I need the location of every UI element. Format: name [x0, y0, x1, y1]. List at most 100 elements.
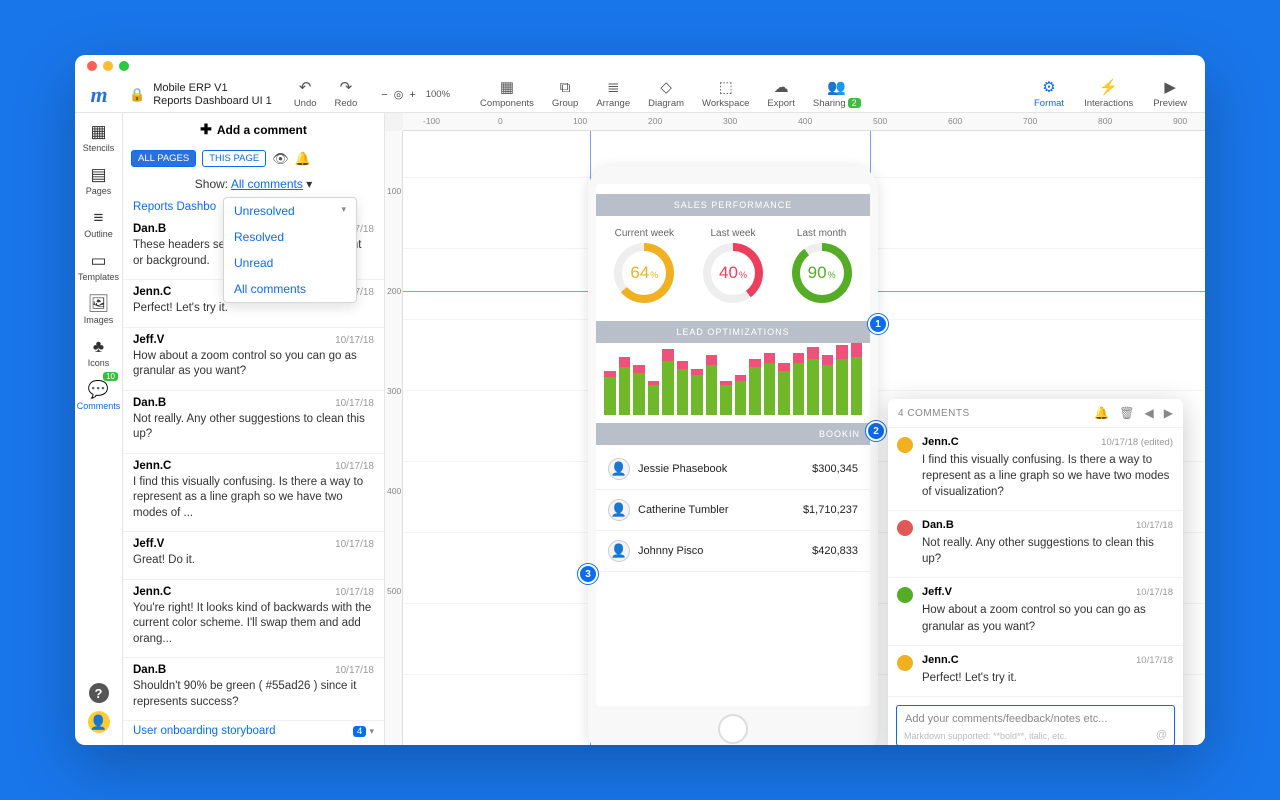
comment-date: 10/17/18 [335, 587, 374, 598]
close-window-icon[interactable] [87, 61, 97, 71]
prev-icon[interactable]: ◀ [1145, 406, 1154, 420]
arrange-icon: ≣ [607, 80, 620, 96]
section-header: SALES PERFORMANCE [596, 194, 870, 216]
rail-templates[interactable]: ▭Templates [75, 248, 122, 285]
ruler-vertical: 100200300400500 [385, 131, 403, 745]
rail-stencils[interactable]: ▦Stencils [75, 119, 122, 156]
components-button[interactable]: ▦Components [472, 78, 542, 111]
thread-comment[interactable]: Jenn.C10/17/18 (edited)I find this visua… [888, 428, 1183, 511]
comment-list-item[interactable]: Jeff.V10/17/18How about a zoom control s… [123, 328, 384, 391]
comment-date: 10/17/18 [1136, 520, 1173, 531]
comment-author: Dan.B [133, 397, 166, 409]
mention-icon[interactable]: @ [1156, 729, 1167, 741]
thread-comment[interactable]: Jenn.C10/17/18Perfect! Let's try it. [888, 646, 1183, 697]
add-comment-button[interactable]: ✚ Add a comment [123, 113, 384, 146]
preview-button[interactable]: ▶Preview [1145, 78, 1195, 111]
comment-list-item[interactable]: Jenn.C10/17/18You're right! It looks kin… [123, 580, 384, 659]
document-title[interactable]: Mobile ERP V1 Reports Dashboard UI 1 [153, 82, 272, 106]
format-button[interactable]: ⚙Format [1026, 78, 1072, 111]
comment-list-item[interactable]: Jeff.V10/17/18Great! Do it. [123, 532, 384, 580]
comment-marker-3[interactable]: 3 [578, 564, 598, 584]
rail-comments[interactable]: 10 💬Comments [75, 377, 122, 414]
rail-outline[interactable]: ≡Outline [75, 205, 122, 242]
comments-icon: 💬 [88, 380, 109, 400]
undo-button[interactable]: ↶Undo [286, 78, 325, 111]
zoom-out-icon[interactable]: − [381, 89, 387, 101]
comment-list-item[interactable]: Jenn.C10/17/18I find this visually confu… [123, 454, 384, 533]
mockup-screen: SALES PERFORMANCE Current week64%Last we… [596, 184, 870, 706]
booking-row[interactable]: 👤Catherine Tumbler$1,710,237 [596, 490, 870, 531]
bar [662, 349, 674, 415]
maximize-window-icon[interactable] [119, 61, 129, 71]
export-button[interactable]: ☁Export [759, 78, 802, 111]
plus-icon: ✚ [200, 121, 212, 138]
zoom-target-icon: ◎ [394, 88, 404, 101]
sharing-button[interactable]: 👥Sharing2 [805, 78, 869, 111]
filter-control[interactable]: Show: All comments ▾ [123, 171, 384, 197]
arrange-button[interactable]: ≣Arrange [588, 78, 638, 111]
comment-input[interactable]: Add your comments/feedback/notes etc... … [896, 705, 1175, 745]
rail-pages[interactable]: ▤Pages [75, 162, 122, 199]
avatar-icon: 👤 [608, 458, 630, 480]
zoom-in-icon[interactable]: + [409, 89, 415, 101]
comment-author: Jenn.C [133, 286, 171, 298]
booking-amount: $300,345 [812, 463, 858, 475]
canvas[interactable]: -10001002003004005006007008009001000 100… [385, 113, 1205, 745]
outline-icon: ≡ [94, 208, 104, 228]
export-icon: ☁ [774, 80, 789, 96]
app-logo[interactable]: m [75, 77, 123, 113]
redo-button[interactable]: ↷Redo [327, 78, 366, 111]
tab-this-page[interactable]: THIS PAGE [202, 150, 266, 167]
comment-marker-2[interactable]: 2 [866, 421, 886, 441]
comment-text: Not really. Any other suggestions to cle… [922, 535, 1173, 567]
booking-row[interactable]: 👤Johnny Pisco$420,833 [596, 531, 870, 572]
help-button[interactable]: ? [89, 683, 109, 703]
zoom-label[interactable]: 100% [418, 87, 458, 102]
workspace-button[interactable]: ⬚Workspace [694, 78, 757, 111]
interactions-button[interactable]: ⚡Interactions [1076, 78, 1141, 111]
filter-resolved[interactable]: Resolved [224, 224, 356, 250]
lock-icon[interactable]: 🔒 [129, 87, 145, 103]
filter-all[interactable]: All comments [224, 276, 356, 302]
booking-row[interactable]: 👤Jessie Phasebook$300,345 [596, 449, 870, 490]
comment-text: You're right! It looks kind of backwards… [133, 601, 374, 648]
canvas-content[interactable]: SALES PERFORMANCE Current week64%Last we… [403, 131, 1205, 745]
comment-author: Jenn.C [922, 654, 959, 666]
user-avatar[interactable]: 👤 [88, 711, 110, 733]
comments-count-badge: 10 [103, 372, 118, 381]
bell-icon[interactable]: 🔔 [295, 151, 311, 167]
group-icon: ⧉ [560, 80, 571, 96]
progress-ring: 90% [792, 243, 852, 303]
delete-icon[interactable]: 🗑 [1119, 406, 1134, 420]
mobile-mockup[interactable]: SALES PERFORMANCE Current week64%Last we… [588, 166, 878, 745]
comment-list-item[interactable]: Jeff.V10/17/18Done! [123, 741, 384, 745]
watch-icon[interactable]: 👁 [272, 151, 289, 167]
rail-images[interactable]: 🖼Images [75, 291, 122, 328]
thread-comment[interactable]: Dan.B10/17/18Not really. Any other sugge… [888, 511, 1183, 578]
thread-comment[interactable]: Jeff.V10/17/18How about a zoom control s… [888, 578, 1183, 645]
comment-text: How about a zoom control so you can go a… [922, 602, 1173, 634]
bar [604, 371, 616, 415]
next-icon[interactable]: ▶ [1164, 406, 1173, 420]
group-button[interactable]: ⧉Group [544, 78, 586, 111]
markdown-hint: Markdown supported: **bold**, italic, et… [904, 731, 1067, 741]
page-section-header[interactable]: User onboarding storyboard4 ▾ [123, 721, 384, 741]
comment-date: 10/17/18 [335, 665, 374, 676]
minimize-window-icon[interactable] [103, 61, 113, 71]
gauge-label: Last month [797, 228, 846, 239]
pages-icon: ▤ [90, 165, 106, 185]
comment-author: Dan.B [133, 223, 166, 235]
filter-unresolved[interactable]: Unresolved▾ [224, 198, 356, 224]
tab-all-pages[interactable]: ALL PAGES [131, 150, 196, 167]
notify-icon[interactable]: 🔔 [1094, 406, 1109, 420]
filter-unread[interactable]: Unread [224, 250, 356, 276]
diagram-button[interactable]: ◇Diagram [640, 78, 692, 111]
comment-list-item[interactable]: Dan.B10/17/18Shouldn't 90% be green ( #5… [123, 658, 384, 721]
comment-list-item[interactable]: Dan.B10/17/18Not really. Any other sugge… [123, 391, 384, 454]
zoom-control[interactable]: − ◎ + [381, 88, 415, 101]
bar [793, 353, 805, 415]
comment-date: 10/17/18 [335, 398, 374, 409]
comment-thread-popup: 4 COMMENTS 🔔 🗑 ◀ ▶ Jenn.C10/17/18 (edite… [888, 399, 1183, 745]
comment-marker-1[interactable]: 1 [868, 314, 888, 334]
rail-icons[interactable]: ♣Icons [75, 334, 122, 371]
